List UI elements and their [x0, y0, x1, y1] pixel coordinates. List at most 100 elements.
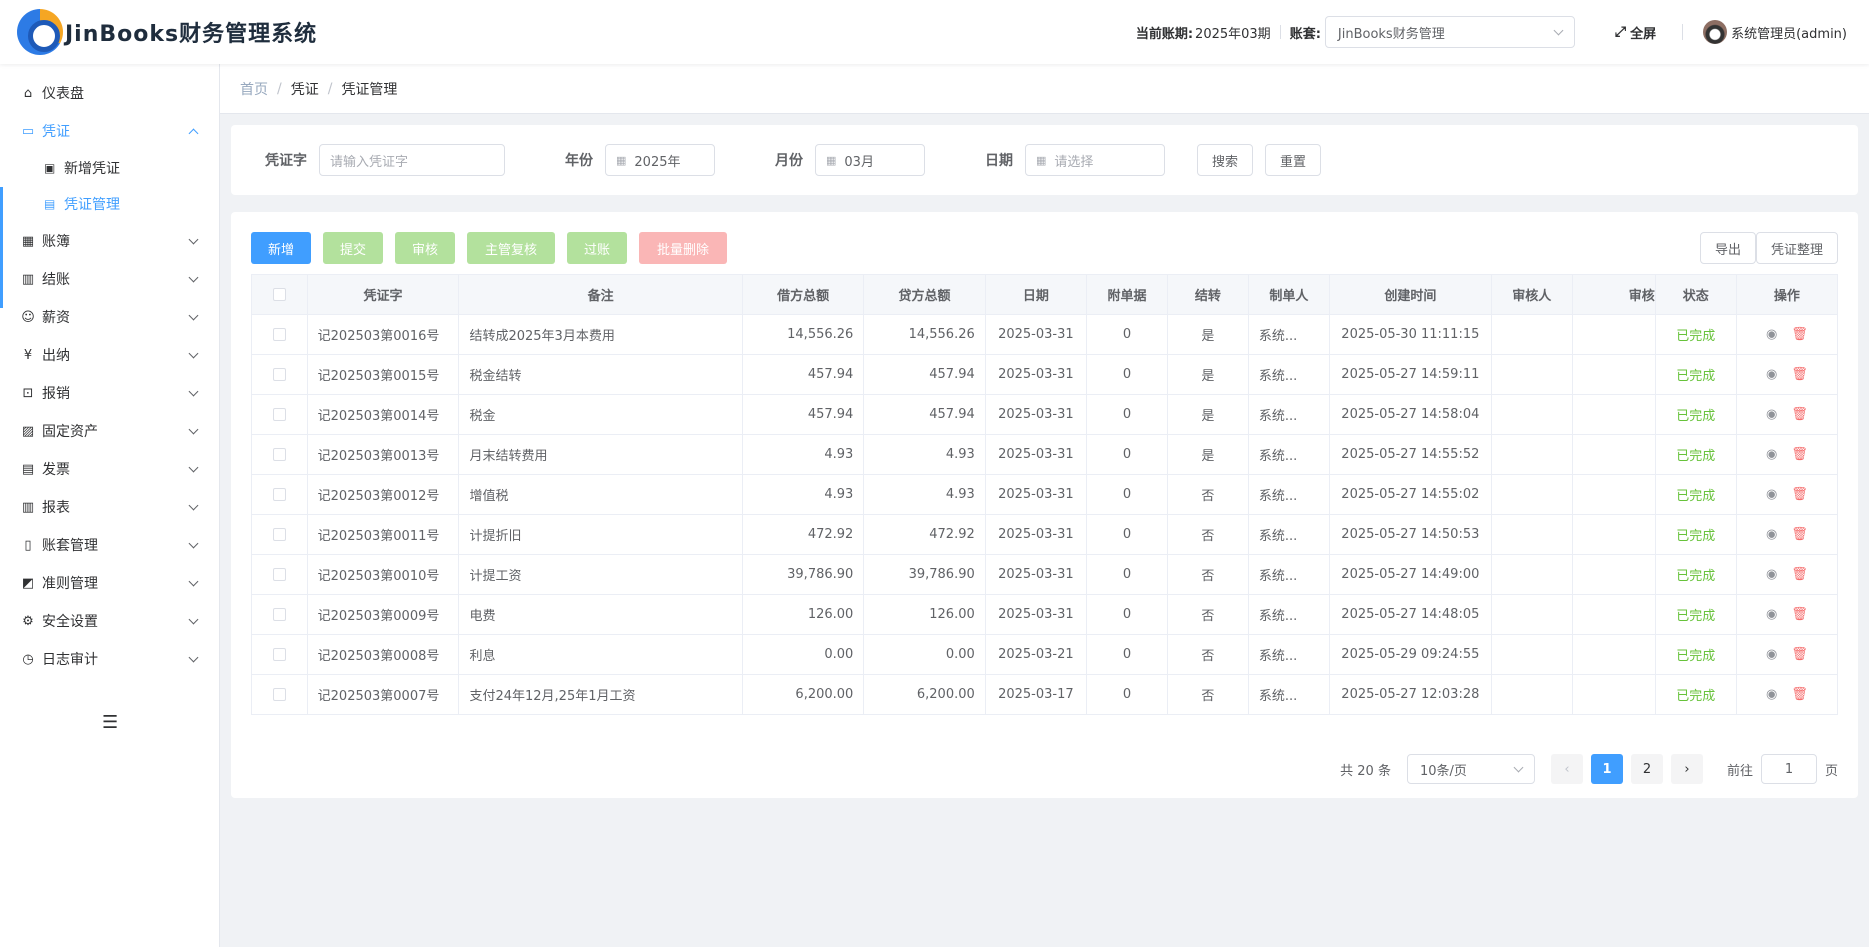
sidebar-item-label: 薪资 — [42, 310, 70, 326]
sidebar-subitem-add-voucher[interactable]: ▣ 新增凭证 — [0, 150, 219, 186]
eye-icon[interactable]: ◉ — [1766, 567, 1777, 582]
sidebar-item-rule-manage[interactable]: ◩ 准则管理 — [0, 564, 219, 602]
trash-icon[interactable]: 🗑 — [1791, 567, 1808, 582]
reset-button[interactable]: 重置 — [1265, 144, 1322, 176]
cell-carry: 是 — [1166, 434, 1249, 475]
table-row[interactable]: 记202503第0010号 计提工资 39,786.90 39,786.90 2025-… — [251, 554, 1839, 595]
sidebar-item-dashboard[interactable]: ⌂ 仪表盘 — [0, 74, 219, 112]
trash-icon[interactable]: 🗑 — [1791, 487, 1808, 502]
sidebar-item-audit-log[interactable]: ◷ 日志审计 — [0, 640, 219, 678]
eye-icon[interactable]: ◉ — [1766, 687, 1777, 702]
row-checkbox[interactable] — [272, 448, 286, 461]
trash-icon[interactable]: 🗑 — [1791, 367, 1808, 382]
page-1-button[interactable]: 1 — [1590, 754, 1623, 784]
fullscreen-button[interactable]: ⤢ 全屏 — [1615, 23, 1656, 42]
cell-auditor — [1490, 314, 1573, 355]
collapse-menu-icon[interactable]: ☰ — [102, 712, 118, 733]
table-row[interactable]: 记202503第0007号 支付24年12月,25年1月工资 6,200.00 6,2… — [251, 674, 1839, 715]
page-2-button[interactable]: 2 — [1630, 754, 1663, 784]
breadcrumb-home[interactable]: 首页 — [240, 79, 268, 99]
user-menu[interactable]: 系统管理员(admin) — [1703, 20, 1847, 44]
next-page-button[interactable]: › — [1670, 754, 1703, 784]
trash-icon[interactable]: 🗑 — [1791, 327, 1808, 342]
sidebar-item-reports[interactable]: ▥ 报表 — [0, 488, 219, 526]
prev-page-button[interactable]: ‹ — [1550, 754, 1583, 784]
row-checkbox[interactable] — [272, 528, 286, 541]
trash-icon[interactable]: 🗑 — [1791, 687, 1808, 702]
eye-icon[interactable]: ◉ — [1766, 647, 1777, 662]
submit-button[interactable]: 提交 — [323, 232, 383, 264]
logo-icon — [17, 9, 63, 55]
eye-icon[interactable]: ◉ — [1766, 527, 1777, 542]
row-checkbox[interactable] — [272, 608, 286, 621]
row-checkbox[interactable] — [272, 568, 286, 581]
sidebar-item-security[interactable]: ⚙ 安全设置 — [0, 602, 219, 640]
row-checkbox[interactable] — [272, 368, 286, 381]
sidebar-item-fixed-assets[interactable]: ▨ 固定资产 — [0, 412, 219, 450]
supervisor-review-button[interactable]: 主管复核 — [467, 232, 555, 264]
sidebar-item-cashier[interactable]: ¥ 出纳 — [0, 336, 219, 374]
row-checkbox[interactable] — [272, 408, 286, 421]
goto-page-input[interactable]: 1 — [1760, 754, 1817, 784]
trash-icon[interactable]: 🗑 — [1791, 647, 1808, 662]
eye-icon[interactable]: ◉ — [1766, 327, 1777, 342]
trash-icon[interactable]: 🗑 — [1791, 607, 1808, 622]
row-checkbox[interactable] — [272, 328, 286, 341]
date-picker[interactable]: ▦ 请选择 — [1025, 144, 1165, 176]
home-icon: ⌂ — [23, 85, 33, 101]
cell-actions: ◉ 🗑 — [1735, 474, 1839, 515]
eye-icon[interactable]: ◉ — [1766, 487, 1777, 502]
table-row[interactable]: 记202503第0016号 结转成2025年3月本费用 14,556.26 14,55… — [251, 314, 1839, 355]
row-checkbox[interactable] — [272, 688, 286, 701]
select-all-checkbox[interactable] — [272, 288, 286, 301]
eye-icon[interactable]: ◉ — [1766, 447, 1777, 462]
search-button[interactable]: 搜索 — [1197, 144, 1254, 176]
eye-icon[interactable]: ◉ — [1766, 407, 1777, 422]
page-size-select[interactable]: 10条/页 — [1406, 754, 1535, 784]
sidebar-item-book-manage[interactable]: ▯ 账套管理 — [0, 526, 219, 564]
cell-actions: ◉ 🗑 — [1735, 434, 1839, 475]
table-row[interactable]: 记202503第0014号 税金 457.94 457.94 2025-03-31 0 是系… — [251, 394, 1839, 435]
voucher-input[interactable]: 请输入凭证字 — [319, 144, 505, 176]
table-row[interactable]: 记202503第0012号 增值税 4.93 4.93 2025-03-31 0 否系统..… — [251, 474, 1839, 515]
row-checkbox[interactable] — [272, 648, 286, 661]
export-button[interactable]: 导出 — [1699, 232, 1756, 264]
cell-audit — [1571, 314, 1656, 355]
sidebar-item-voucher[interactable]: ▭ 凭证 — [0, 112, 219, 150]
cell-attach: 0 — [1085, 674, 1168, 715]
sidebar-item-label: 结账 — [42, 272, 70, 288]
table-row[interactable]: 记202503第0011号 计提折旧 472.92 472.92 2025-03-31 0… — [251, 514, 1839, 555]
sidebar-item-invoice[interactable]: ▤ 发票 — [0, 450, 219, 488]
year-picker-value: 2025年 — [634, 154, 681, 170]
batch-delete-button[interactable]: 批量删除 — [639, 232, 727, 264]
trash-icon[interactable]: 🗑 — [1791, 527, 1808, 542]
trash-icon[interactable]: 🗑 — [1791, 407, 1808, 422]
cell-auditor — [1490, 554, 1573, 595]
table-row[interactable]: 记202503第0013号 月末结转费用 4.93 4.93 2025-03-31 0 是系… — [251, 434, 1839, 475]
fullscreen-icon: ⤢ — [1614, 24, 1627, 40]
sidebar-item-ledger[interactable]: ▦ 账簿 — [0, 222, 219, 260]
year-picker[interactable]: ▦ 2025年 — [605, 144, 715, 176]
audit-button[interactable]: 审核 — [395, 232, 455, 264]
sidebar-item-salary[interactable]: ☺ 薪资 — [0, 298, 219, 336]
cell-voucher: 记202503第0015号 — [306, 354, 460, 395]
row-checkbox[interactable] — [272, 488, 286, 501]
trash-icon[interactable]: 🗑 — [1791, 447, 1808, 462]
eye-icon[interactable]: ◉ — [1766, 367, 1777, 382]
sidebar-subitem-voucher-manage[interactable]: ▤ 凭证管理 — [0, 186, 219, 222]
cell-audit — [1571, 474, 1656, 515]
eye-icon[interactable]: ◉ — [1766, 607, 1777, 622]
book-select[interactable]: JinBooks财务管理 — [1324, 16, 1575, 48]
sidebar-item-closing[interactable]: ▥ 结账 — [0, 260, 219, 298]
post-button[interactable]: 过账 — [567, 232, 627, 264]
add-button[interactable]: 新增 — [251, 232, 311, 264]
table-row[interactable]: 记202503第0008号 利息 0.00 0.00 2025-03-21 0 否系统...… — [251, 634, 1839, 675]
sidebar-item-reimburse[interactable]: ⊡ 报销 — [0, 374, 219, 412]
cell-maker: 系统... — [1247, 394, 1330, 435]
month-picker[interactable]: ▦ 03月 — [815, 144, 925, 176]
organize-button[interactable]: 凭证整理 — [1755, 232, 1838, 264]
table-row[interactable]: 记202503第0009号 电费 126.00 126.00 2025-03-31 0 否系… — [251, 594, 1839, 635]
row-select-cell — [251, 674, 308, 715]
cell-created: 2025-05-27 14:59:11 — [1328, 354, 1492, 395]
table-row[interactable]: 记202503第0015号 税金结转 457.94 457.94 2025-03-31 0… — [251, 354, 1839, 395]
